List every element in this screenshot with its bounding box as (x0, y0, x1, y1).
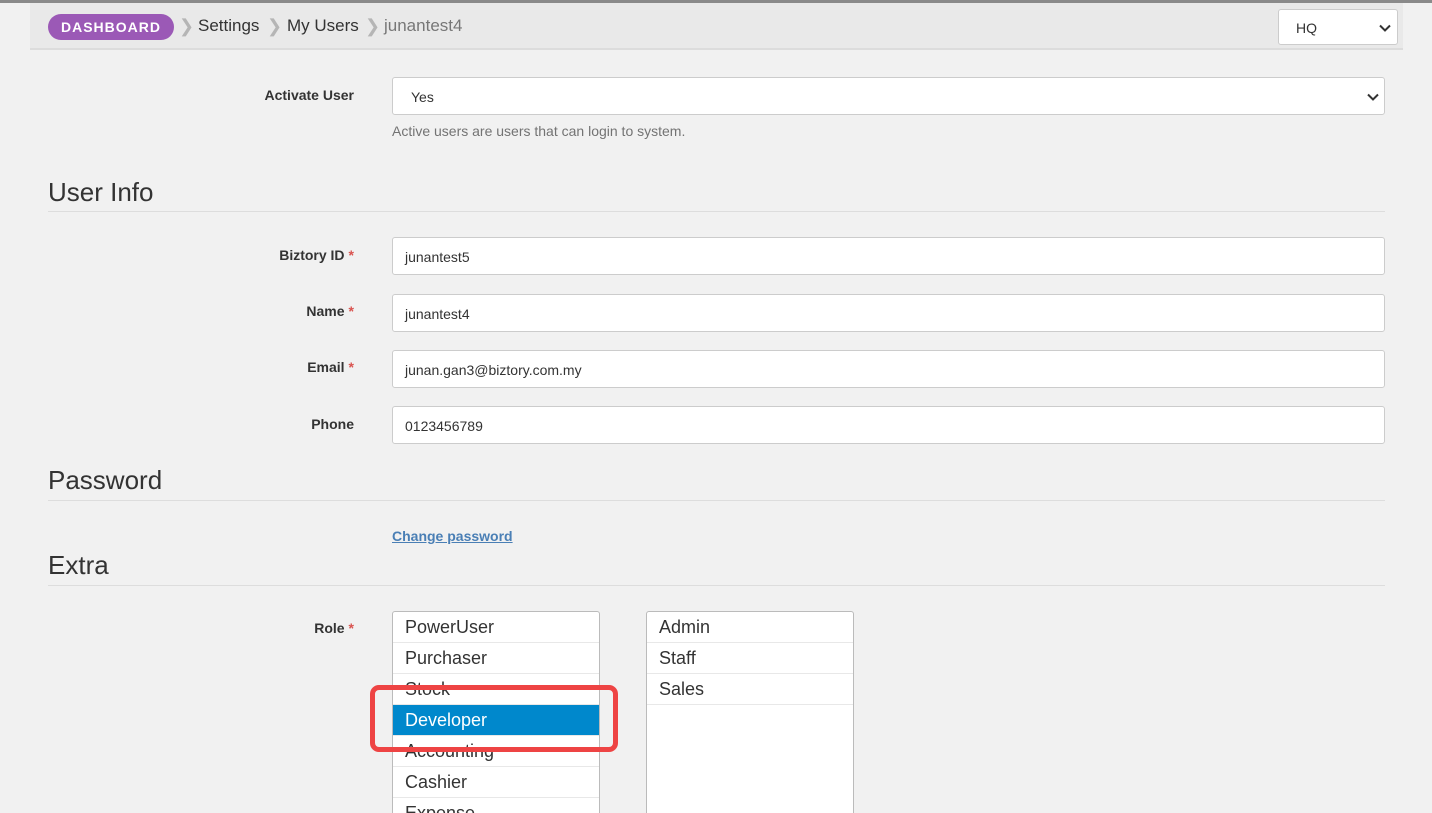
assigned-role-staff[interactable]: Staff (647, 643, 853, 674)
chevron-right-icon: ❯ (267, 16, 283, 36)
section-divider (48, 500, 1385, 501)
dashboard-badge[interactable]: DASHBOARD (48, 14, 174, 40)
section-divider (48, 211, 1385, 212)
phone-label: Phone (311, 416, 354, 432)
email-field[interactable]: junan.gan3@biztory.com.my (392, 350, 1385, 388)
chevron-down-icon (1379, 24, 1391, 32)
phone-field[interactable]: 0123456789 (392, 406, 1385, 444)
email-label: Email * (307, 359, 354, 375)
annotation-highlight-box (370, 685, 618, 752)
biztory-id-value: junantest5 (405, 249, 470, 265)
required-marker: * (348, 359, 354, 375)
section-title-extra: Extra (48, 550, 109, 580)
name-label: Name * (306, 303, 354, 319)
branch-select-value: HQ (1296, 20, 1317, 36)
breadcrumb-my-users[interactable]: My Users (287, 16, 359, 36)
role-option-cashier[interactable]: Cashier (393, 767, 599, 798)
assigned-roles-list[interactable]: Admin Staff Sales (646, 611, 854, 813)
section-divider (48, 585, 1385, 586)
section-title-user-info: User Info (48, 177, 154, 207)
assigned-role-admin[interactable]: Admin (647, 612, 853, 643)
activate-user-select[interactable]: Yes (392, 77, 1385, 115)
change-password-link[interactable]: Change password (392, 528, 513, 544)
role-option-purchaser[interactable]: Purchaser (393, 643, 599, 674)
section-title-password: Password (48, 465, 163, 495)
required-marker: * (348, 620, 354, 636)
breadcrumb-settings[interactable]: Settings (198, 16, 259, 36)
required-marker: * (348, 303, 354, 319)
role-option-expense[interactable]: Expense (393, 798, 599, 813)
name-value: junantest4 (405, 306, 470, 322)
role-label: Role * (314, 620, 354, 636)
biztory-id-field[interactable]: junantest5 (392, 237, 1385, 275)
breadcrumb: DASHBOARD ❯ Settings ❯ My Users ❯ junant… (30, 3, 1403, 50)
name-field[interactable]: junantest4 (392, 294, 1385, 332)
role-option-poweruser[interactable]: PowerUser (393, 612, 599, 643)
branch-select[interactable]: HQ (1278, 9, 1398, 45)
activate-user-value: Yes (411, 89, 434, 105)
email-value: junan.gan3@biztory.com.my (405, 362, 582, 378)
chevron-right-icon: ❯ (179, 16, 195, 36)
biztory-id-label: Biztory ID * (279, 247, 354, 263)
activate-user-help: Active users are users that can login to… (392, 123, 686, 139)
breadcrumb-current-user: junantest4 (384, 16, 463, 35)
chevron-down-icon (1367, 93, 1379, 101)
phone-value: 0123456789 (405, 418, 483, 434)
chevron-right-icon: ❯ (365, 16, 381, 36)
required-marker: * (348, 247, 354, 263)
assigned-role-sales[interactable]: Sales (647, 674, 853, 705)
activate-user-label: Activate User (264, 87, 355, 103)
